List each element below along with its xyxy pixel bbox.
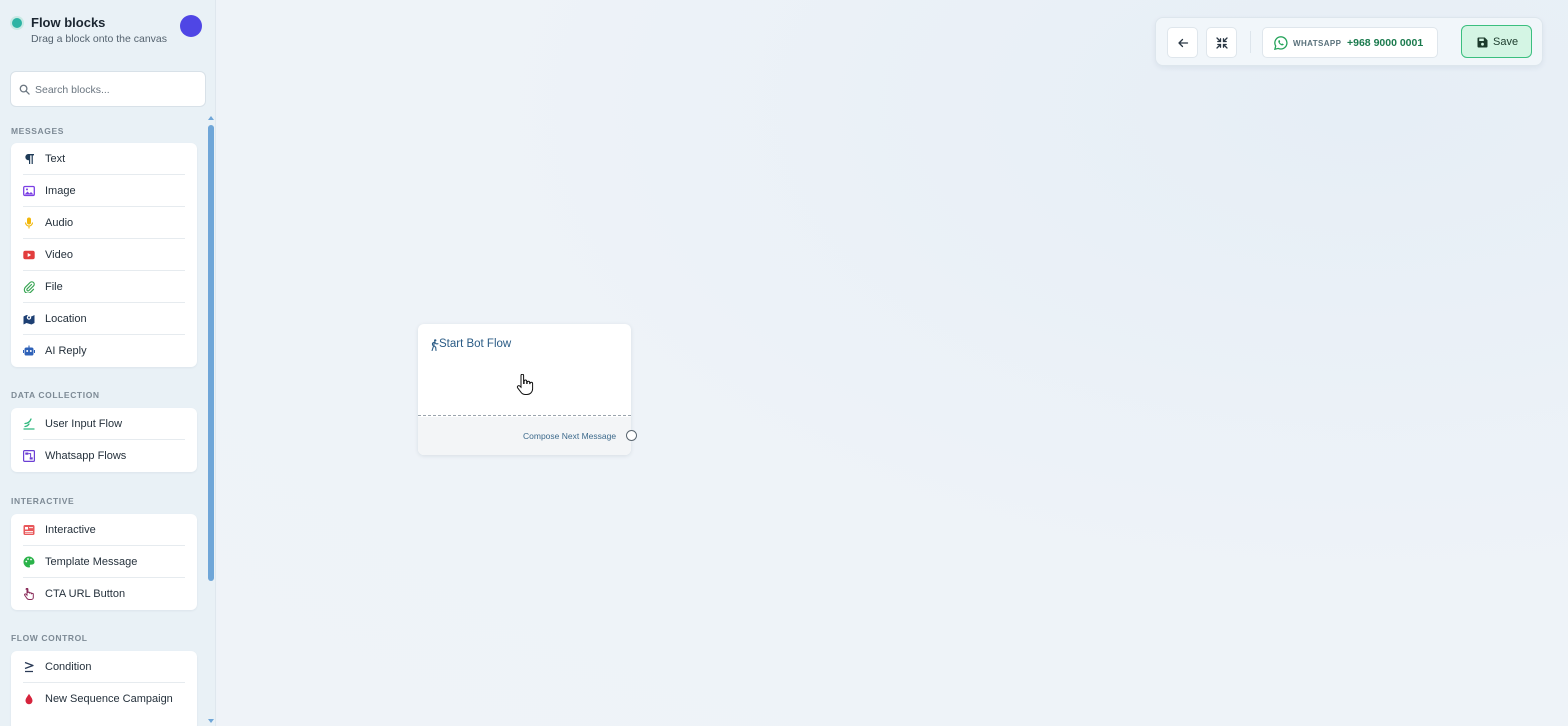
blocks-sidebar: Flow blocks Drag a block onto the canvas… bbox=[0, 0, 216, 726]
block-label: File bbox=[45, 281, 63, 293]
block-item-ai-reply[interactable]: AI Reply bbox=[11, 335, 197, 367]
search-box[interactable] bbox=[10, 71, 206, 107]
sidebar-scrollbar[interactable] bbox=[208, 125, 214, 581]
flow-diagram-icon bbox=[23, 450, 35, 462]
block-label: User Input Flow bbox=[45, 418, 123, 430]
section-label-interactive: INTERACTIVE bbox=[11, 496, 75, 506]
block-group-messages: Text Image Audio Video File Location AI … bbox=[11, 143, 197, 367]
block-label: Video bbox=[45, 249, 73, 261]
palette-icon bbox=[23, 556, 35, 568]
collapse-button[interactable] bbox=[1206, 27, 1237, 58]
compose-next-message-label: Compose Next Message bbox=[523, 431, 617, 441]
block-item-whatsapp-flows[interactable]: Whatsapp Flows bbox=[11, 440, 197, 472]
back-button[interactable] bbox=[1167, 27, 1198, 58]
block-item-template-message[interactable]: Template Message bbox=[11, 546, 197, 578]
block-item-audio[interactable]: Audio bbox=[11, 207, 197, 239]
map-location-icon bbox=[23, 315, 35, 325]
block-group-data-collection: User Input Flow Whatsapp Flows bbox=[11, 408, 197, 472]
sidebar-subtitle: Drag a block onto the canvas bbox=[31, 33, 167, 45]
block-label: Location bbox=[45, 313, 87, 325]
paragraph-icon bbox=[25, 154, 34, 164]
block-item-location[interactable]: Location bbox=[11, 303, 197, 335]
whatsapp-label: WHATSAPP bbox=[1293, 39, 1342, 48]
microphone-icon bbox=[24, 217, 34, 229]
block-label: Interactive bbox=[45, 524, 96, 536]
block-group-interactive: Interactive Template Message CTA URL But… bbox=[11, 514, 197, 610]
pointer-hand-icon bbox=[24, 588, 34, 600]
section-label-data-collection: DATA COLLECTION bbox=[11, 390, 100, 400]
block-item-file[interactable]: File bbox=[11, 271, 197, 303]
node-output-handle[interactable] bbox=[626, 430, 637, 441]
block-label: AI Reply bbox=[45, 345, 87, 357]
droplet-icon bbox=[25, 693, 33, 705]
block-label: Template Message bbox=[45, 556, 138, 568]
block-item-user-input-flow[interactable]: User Input Flow bbox=[11, 408, 197, 440]
block-label: New Sequence Campaign bbox=[45, 693, 173, 705]
search-icon bbox=[19, 84, 30, 95]
status-dot-icon bbox=[12, 18, 22, 28]
save-disk-icon bbox=[1477, 37, 1488, 48]
search-input[interactable] bbox=[35, 80, 200, 100]
greater-equal-icon bbox=[24, 661, 34, 673]
arrow-left-icon bbox=[1178, 38, 1189, 48]
list-card-icon bbox=[23, 525, 35, 535]
canvas-toolbar: WHATSAPP +968 9000 0001 Save bbox=[1155, 17, 1543, 66]
avatar[interactable] bbox=[180, 15, 202, 37]
sidebar-header: Flow blocks Drag a block onto the canvas bbox=[0, 0, 216, 60]
block-label: CTA URL Button bbox=[45, 588, 126, 600]
block-item-cta-url-button[interactable]: CTA URL Button bbox=[11, 578, 197, 610]
signal-icon bbox=[23, 418, 35, 430]
sidebar-title: Flow blocks bbox=[31, 15, 106, 30]
person-running-icon bbox=[431, 339, 439, 351]
section-label-flow-control: FLOW CONTROL bbox=[11, 633, 88, 643]
paperclip-icon bbox=[23, 281, 35, 293]
node-header: Start Bot Flow bbox=[418, 324, 631, 416]
section-label-messages: MESSAGES bbox=[11, 126, 64, 136]
robot-icon bbox=[23, 345, 35, 356]
image-icon bbox=[23, 185, 35, 197]
block-label: Condition bbox=[45, 661, 92, 673]
whatsapp-number-pill[interactable]: WHATSAPP +968 9000 0001 bbox=[1262, 27, 1438, 58]
block-item-image[interactable]: Image bbox=[11, 175, 197, 207]
block-group-flow-control: Condition New Sequence Campaign bbox=[11, 651, 197, 726]
block-label: Whatsapp Flows bbox=[45, 450, 127, 462]
block-label: Audio bbox=[45, 217, 74, 229]
block-item-text[interactable]: Text bbox=[11, 143, 197, 175]
block-item-video[interactable]: Video bbox=[11, 239, 197, 271]
block-label: Image bbox=[45, 185, 76, 197]
node-title: Start Bot Flow bbox=[439, 338, 512, 350]
whatsapp-number: +968 9000 0001 bbox=[1347, 37, 1424, 49]
scroll-up-icon[interactable] bbox=[208, 116, 214, 120]
youtube-icon bbox=[23, 250, 35, 260]
block-item-interactive[interactable]: Interactive bbox=[11, 514, 197, 546]
hand-cursor-icon bbox=[516, 374, 534, 395]
divider bbox=[1250, 31, 1251, 53]
scroll-down-icon[interactable] bbox=[208, 719, 214, 723]
whatsapp-icon bbox=[1274, 36, 1288, 50]
node-footer: Compose Next Message bbox=[418, 417, 631, 455]
save-button[interactable]: Save bbox=[1461, 25, 1532, 58]
block-label: Text bbox=[45, 153, 66, 165]
save-label: Save bbox=[1493, 36, 1519, 48]
block-item-new-sequence-campaign[interactable]: New Sequence Campaign bbox=[11, 683, 197, 715]
compress-icon bbox=[1216, 37, 1228, 49]
block-item-condition[interactable]: Condition bbox=[11, 651, 197, 683]
